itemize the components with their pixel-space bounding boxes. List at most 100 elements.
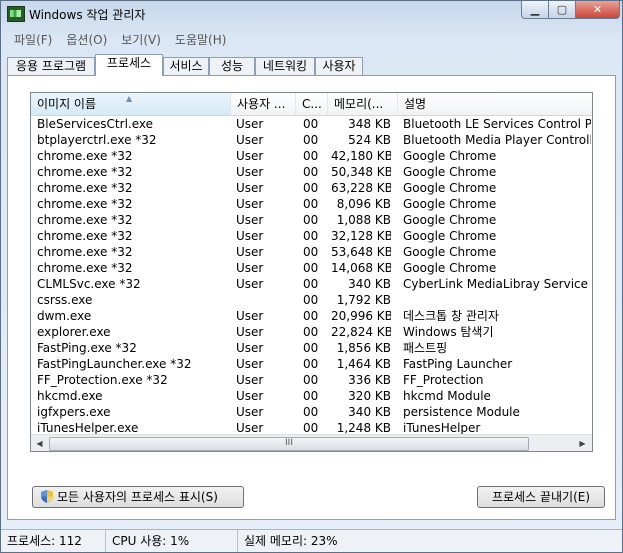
cell-user: User — [236, 405, 264, 419]
table-row[interactable]: chrome.exe *32 User 00 1,088 KB Google Chrom… — [31, 212, 592, 228]
column-description[interactable]: 설명 — [398, 93, 592, 115]
cell-user: User — [236, 229, 264, 243]
cell-memory: 22,824 KB — [331, 325, 391, 339]
cell-image-name: hkcmd.exe — [37, 389, 103, 403]
tab-applications[interactable]: 응용 프로그램 — [7, 57, 95, 75]
horizontal-scrollbar[interactable]: ◀ III ▶ — [31, 434, 592, 451]
cell-memory: 32,128 KB — [331, 229, 391, 243]
menu-file[interactable]: 파일(F) — [7, 31, 59, 49]
table-row[interactable]: hkcmd.exe User 00 320 KB hkcmd Module — [31, 388, 592, 404]
scroll-right-icon[interactable]: ▶ — [574, 435, 591, 451]
end-process-button[interactable]: 프로세스 끝내기(E) — [477, 486, 605, 508]
cell-image-name: chrome.exe *32 — [37, 229, 133, 243]
cell-user: User — [236, 261, 264, 275]
cell-image-name: chrome.exe *32 — [37, 149, 133, 163]
cell-image-name: CLMLSvc.exe *32 — [37, 277, 141, 291]
vertical-scrollbar[interactable]: ▲ ▼ — [592, 93, 593, 451]
cell-user: User — [236, 325, 264, 339]
table-row[interactable]: dwm.exe User 00 20,996 KB 데스크톱 창 관리자 — [31, 308, 592, 324]
cell-image-name: BleServicesCtrl.exe — [37, 117, 154, 131]
status-process-count: 프로세스: 112 — [1, 530, 106, 552]
scroll-left-icon[interactable]: ◀ — [31, 435, 48, 451]
cell-cpu: 00 — [303, 261, 319, 275]
cell-memory: 320 KB — [348, 389, 391, 403]
status-physical-memory: 실제 메모리: 23% — [244, 534, 338, 548]
table-row[interactable]: explorer.exe User 00 22,824 KB Windows 탐색기 — [31, 324, 592, 340]
title-bar[interactable]: Windows 작업 관리자 ▁ ▢ ✕ — [1, 1, 622, 27]
tab-processes[interactable]: 프로세스 — [95, 54, 163, 76]
maximize-button[interactable]: ▢ — [548, 1, 576, 19]
table-row[interactable]: BleServicesCtrl.exe User 00 348 KB Bluetooth… — [31, 116, 592, 132]
cell-image-name: dwm.exe — [37, 309, 92, 323]
tab-services[interactable]: 서비스 — [163, 57, 209, 75]
cell-cpu: 00 — [303, 357, 319, 371]
table-row[interactable]: igfxpers.exe User 00 340 KB persistence Modu… — [31, 404, 592, 420]
table-row[interactable]: chrome.exe *32 User 00 50,348 KB Google Chro… — [31, 164, 592, 180]
show-all-button-label: 모든 사용자의 프로세스 표시(S) — [57, 490, 218, 504]
sort-ascending-icon: ▲ — [126, 94, 133, 103]
cell-memory: 50,348 KB — [331, 165, 391, 179]
column-user-name[interactable]: 사용자 ... — [231, 93, 296, 115]
process-list[interactable]: ▲ 이미지 이름 사용자 ... C... 메모리(... 설명 BleServ… — [30, 92, 593, 452]
cell-description: Google Chrome — [403, 165, 497, 179]
table-row[interactable]: FF_Protection.exe *32 User 00 336 KB FF_Prot… — [31, 372, 592, 388]
cell-memory: 63,228 KB — [331, 181, 391, 195]
cell-user: User — [236, 277, 264, 291]
status-cpu-usage: CPU 사용: 1% — [106, 530, 238, 552]
table-row[interactable]: FastPingLauncher.exe *32 User 00 1,464 KB Fa… — [31, 356, 592, 372]
minimize-button[interactable]: ▁ — [521, 1, 549, 19]
cell-cpu: 00 — [303, 325, 319, 339]
cell-memory: 1,088 KB — [336, 213, 391, 227]
tab-users[interactable]: 사용자 — [315, 57, 363, 75]
cell-cpu: 00 — [303, 277, 319, 291]
table-row[interactable]: btplayerctrl.exe *32 User 00 524 KB Bluetoot… — [31, 132, 592, 148]
cell-description: CyberLink MediaLibray Service — [403, 277, 589, 291]
cell-memory: 340 KB — [348, 405, 391, 419]
table-row[interactable]: FastPing.exe *32 User 00 1,856 KB 패스트핑 — [31, 340, 592, 356]
menu-bar: 파일(F) 옵션(O) 보기(V) 도움말(H) — [7, 31, 233, 49]
table-row[interactable]: csrss.exe 00 1,792 KB — [31, 292, 592, 308]
cell-memory: 340 KB — [348, 277, 391, 291]
task-manager-app-icon — [7, 6, 25, 22]
cell-image-name: FF_Protection.exe *32 — [37, 373, 168, 387]
show-all-users-processes-button[interactable]: 모든 사용자의 프로세스 표시(S) — [32, 486, 244, 508]
table-row[interactable]: chrome.exe *32 User 00 53,648 KB Google Chro… — [31, 244, 592, 260]
cell-cpu: 00 — [303, 213, 319, 227]
cell-user: User — [236, 213, 264, 227]
cell-image-name: chrome.exe *32 — [37, 197, 133, 211]
cell-user: User — [236, 117, 264, 131]
cell-image-name: FastPingLauncher.exe *32 — [37, 357, 192, 371]
cell-description: persistence Module — [403, 405, 520, 419]
menu-view[interactable]: 보기(V) — [114, 31, 168, 49]
cell-user: User — [236, 133, 264, 147]
scrollbar-corner — [592, 434, 593, 451]
cell-image-name: FastPing.exe *32 — [37, 341, 137, 355]
column-memory[interactable]: 메모리(... — [328, 93, 398, 115]
table-row[interactable]: chrome.exe *32 User 00 14,068 KB Google Chro… — [31, 260, 592, 276]
cell-image-name: chrome.exe *32 — [37, 245, 133, 259]
menu-options[interactable]: 옵션(O) — [59, 31, 114, 49]
menu-help[interactable]: 도움말(H) — [168, 31, 234, 49]
column-cpu[interactable]: C... — [296, 93, 328, 115]
table-row[interactable]: chrome.exe *32 User 00 8,096 KB Google Chrom… — [31, 196, 592, 212]
cell-description: 데스크톱 창 관리자 — [403, 309, 499, 323]
cell-user: User — [236, 309, 264, 323]
table-row[interactable]: CLMLSvc.exe *32 User 00 340 KB CyberLink Med… — [31, 276, 592, 292]
cell-image-name: igfxpers.exe — [37, 405, 111, 419]
table-row[interactable]: chrome.exe *32 User 00 32,128 KB Google Chro… — [31, 228, 592, 244]
cell-description: Google Chrome — [403, 229, 497, 243]
horizontal-scroll-thumb[interactable]: III — [49, 437, 529, 451]
cell-memory: 8,096 KB — [336, 197, 391, 211]
column-image-name[interactable]: ▲ 이미지 이름 — [31, 93, 231, 115]
tab-performance[interactable]: 성능 — [209, 57, 255, 75]
cell-user: User — [236, 149, 264, 163]
cell-cpu: 00 — [303, 341, 319, 355]
table-row[interactable]: chrome.exe *32 User 00 63,228 KB Google Chro… — [31, 180, 592, 196]
cell-image-name: btplayerctrl.exe *32 — [37, 133, 157, 147]
cell-image-name: explorer.exe — [37, 325, 111, 339]
table-row[interactable]: chrome.exe *32 User 00 42,180 KB Google Chro… — [31, 148, 592, 164]
cell-cpu: 00 — [303, 117, 319, 131]
close-button[interactable]: ✕ — [575, 1, 620, 19]
cell-user: User — [236, 181, 264, 195]
tab-networking[interactable]: 네트워킹 — [255, 57, 315, 75]
